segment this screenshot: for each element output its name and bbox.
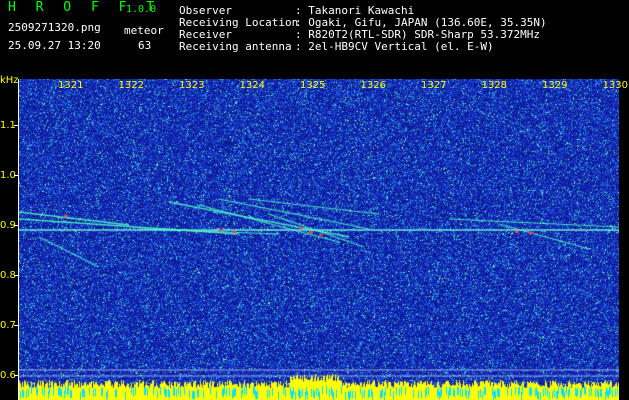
time-label: 1330	[602, 80, 628, 91]
time-label: 1329	[542, 80, 568, 91]
header-panel: H R O F F T 1.0.0 2509271320.png meteor …	[0, 0, 629, 78]
time-label: 1327	[421, 80, 447, 91]
category-label: meteor	[124, 24, 164, 37]
time-label: 1328	[481, 80, 507, 91]
meteor-count: 63	[138, 39, 152, 52]
y-axis-unit: kHz	[0, 75, 19, 86]
time-label: 1321	[58, 80, 84, 91]
info-value-antenna: : 2el-HB9CV Vertical (el. E-W)	[295, 40, 494, 53]
y-tick-mark	[14, 125, 19, 126]
info-label-antenna: Receiving antenna	[179, 40, 292, 53]
y-tick-mark	[14, 375, 19, 376]
spectrogram	[19, 79, 619, 400]
y-tick-mark	[14, 325, 19, 326]
time-label: 1323	[179, 80, 205, 91]
y-axis-line	[18, 79, 19, 400]
time-label: 1324	[239, 80, 265, 91]
y-tick-mark	[14, 175, 19, 176]
filename-label: 2509271320.png	[8, 21, 101, 34]
time-label: 1322	[118, 80, 144, 91]
y-tick-mark	[14, 225, 19, 226]
app-version: 1.0.0	[126, 4, 157, 15]
datetime-label: 25.09.27 13:20	[8, 39, 101, 52]
time-label: 1326	[360, 80, 386, 91]
y-tick-mark	[14, 275, 19, 276]
time-label: 1325	[300, 80, 326, 91]
